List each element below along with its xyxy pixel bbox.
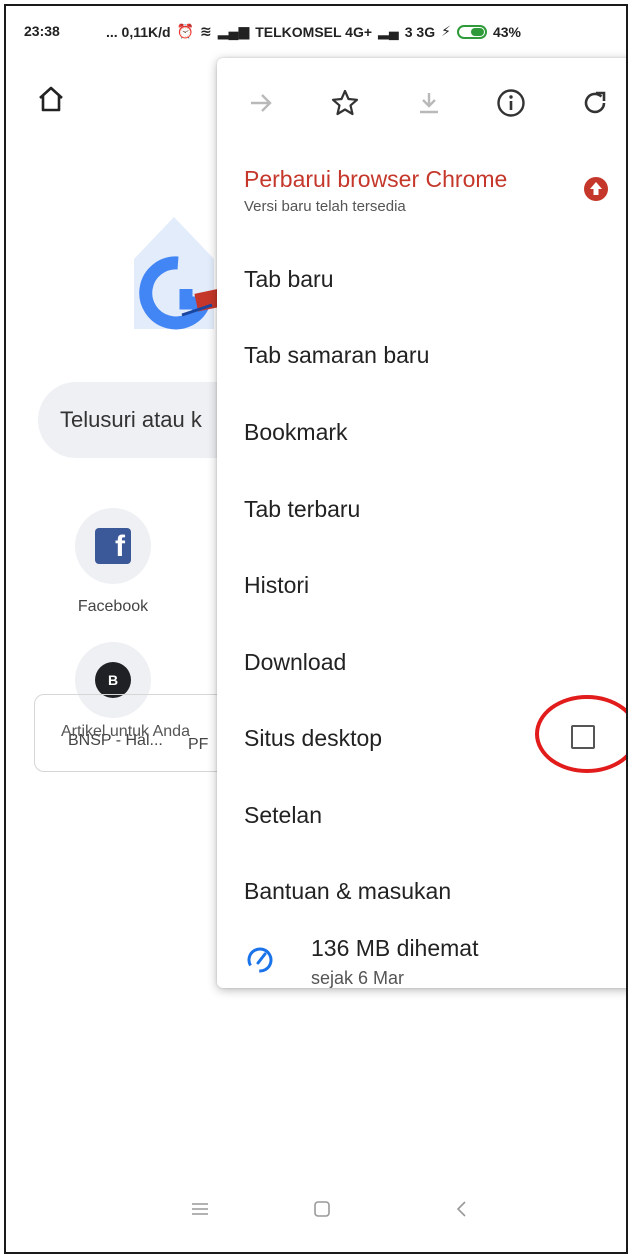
tile-icon-circle: f: [75, 508, 151, 584]
shortcut-tile-facebook[interactable]: f Facebook: [68, 508, 158, 616]
network-speed: ... 0,11K/d: [106, 23, 171, 40]
signal-icon-secondary: ▂▄: [378, 23, 399, 39]
menu-item-desktop-site[interactable]: Situs desktop: [244, 725, 382, 752]
secondary-network: 3 3G: [404, 23, 436, 40]
chrome-overflow-menu: Perbarui browser Chrome Versi baru telah…: [217, 58, 626, 988]
articles-label: Artikel untuk Anda: [61, 723, 190, 740]
data-saver-title[interactable]: 136 MB dihemat: [311, 935, 478, 962]
menu-item-downloads[interactable]: Download: [244, 649, 346, 676]
update-chrome-item[interactable]: Perbarui browser Chrome Versi baru telah…: [217, 153, 626, 233]
home-icon[interactable]: [36, 84, 66, 119]
status-time: 23:38: [24, 23, 60, 39]
menu-item-settings[interactable]: Setelan: [244, 802, 322, 829]
download-icon: [420, 93, 438, 114]
status-indicators: ... 0,11K/d ⏰ ≋ ▂▄▆ TELKOMSEL 4G+ ▂▄ 3 3…: [106, 23, 521, 40]
update-title: Perbarui browser Chrome: [244, 166, 508, 192]
back-nav-button[interactable]: [447, 1194, 477, 1224]
refresh-button[interactable]: [575, 83, 615, 123]
update-arrow-icon: [583, 176, 609, 207]
menu-lines-icon: [192, 1203, 208, 1215]
menu-item-bookmarks[interactable]: Bookmark: [244, 419, 348, 446]
battery-level: 43%: [492, 23, 521, 40]
speedometer-icon: [245, 945, 275, 980]
phone-screen: 23:38 ... 0,11K/d ⏰ ≋ ▂▄▆ TELKOMSEL 4G+ …: [4, 4, 628, 1254]
back-chevron-icon: [456, 1201, 466, 1217]
tile-label: Facebook: [77, 598, 149, 615]
signal-icon: ▂▄▆: [217, 23, 250, 39]
system-nav-bar: [6, 1176, 626, 1236]
square-icon: [314, 1201, 330, 1217]
menu-item-recent-tabs[interactable]: Tab terbaru: [244, 496, 360, 523]
refresh-icon: [584, 91, 606, 114]
menu-toolbar: [217, 58, 626, 148]
home-nav-button[interactable]: [307, 1194, 337, 1224]
star-icon: [331, 89, 359, 116]
battery-icon: [456, 24, 487, 39]
annotation-highlight-circle: [535, 695, 626, 773]
wifi-icon: ≋: [200, 23, 212, 39]
search-placeholder: Telusuri atau k: [60, 407, 202, 432]
download-page-button[interactable]: [409, 83, 449, 123]
letter-b-icon: B: [95, 662, 131, 698]
menu-item-history[interactable]: Histori: [244, 572, 309, 599]
forward-button[interactable]: [241, 83, 281, 123]
menu-item-incognito-tab[interactable]: Tab samaran baru: [244, 342, 429, 369]
facebook-icon: f: [95, 528, 131, 564]
bookmark-star-button[interactable]: [325, 83, 365, 123]
charging-icon: ⚡: [441, 23, 451, 39]
info-icon: [497, 89, 525, 117]
alarm-icon: ⏰: [176, 23, 195, 39]
menu-item-new-tab[interactable]: Tab baru: [244, 266, 334, 293]
data-saver-subtitle: sejak 6 Mar: [311, 968, 405, 988]
menu-nav-button[interactable]: [185, 1194, 215, 1224]
menu-item-help-feedback[interactable]: Bantuan & masukan: [244, 878, 451, 905]
forward-arrow-icon: [251, 94, 272, 112]
carrier-label: TELKOMSEL 4G+: [255, 23, 373, 40]
page-info-button[interactable]: [491, 83, 531, 123]
update-subtitle: Versi baru telah tersedia: [244, 198, 406, 215]
status-bar: 23:38 ... 0,11K/d ⏰ ≋ ▂▄▆ TELKOMSEL 4G+ …: [6, 6, 626, 56]
